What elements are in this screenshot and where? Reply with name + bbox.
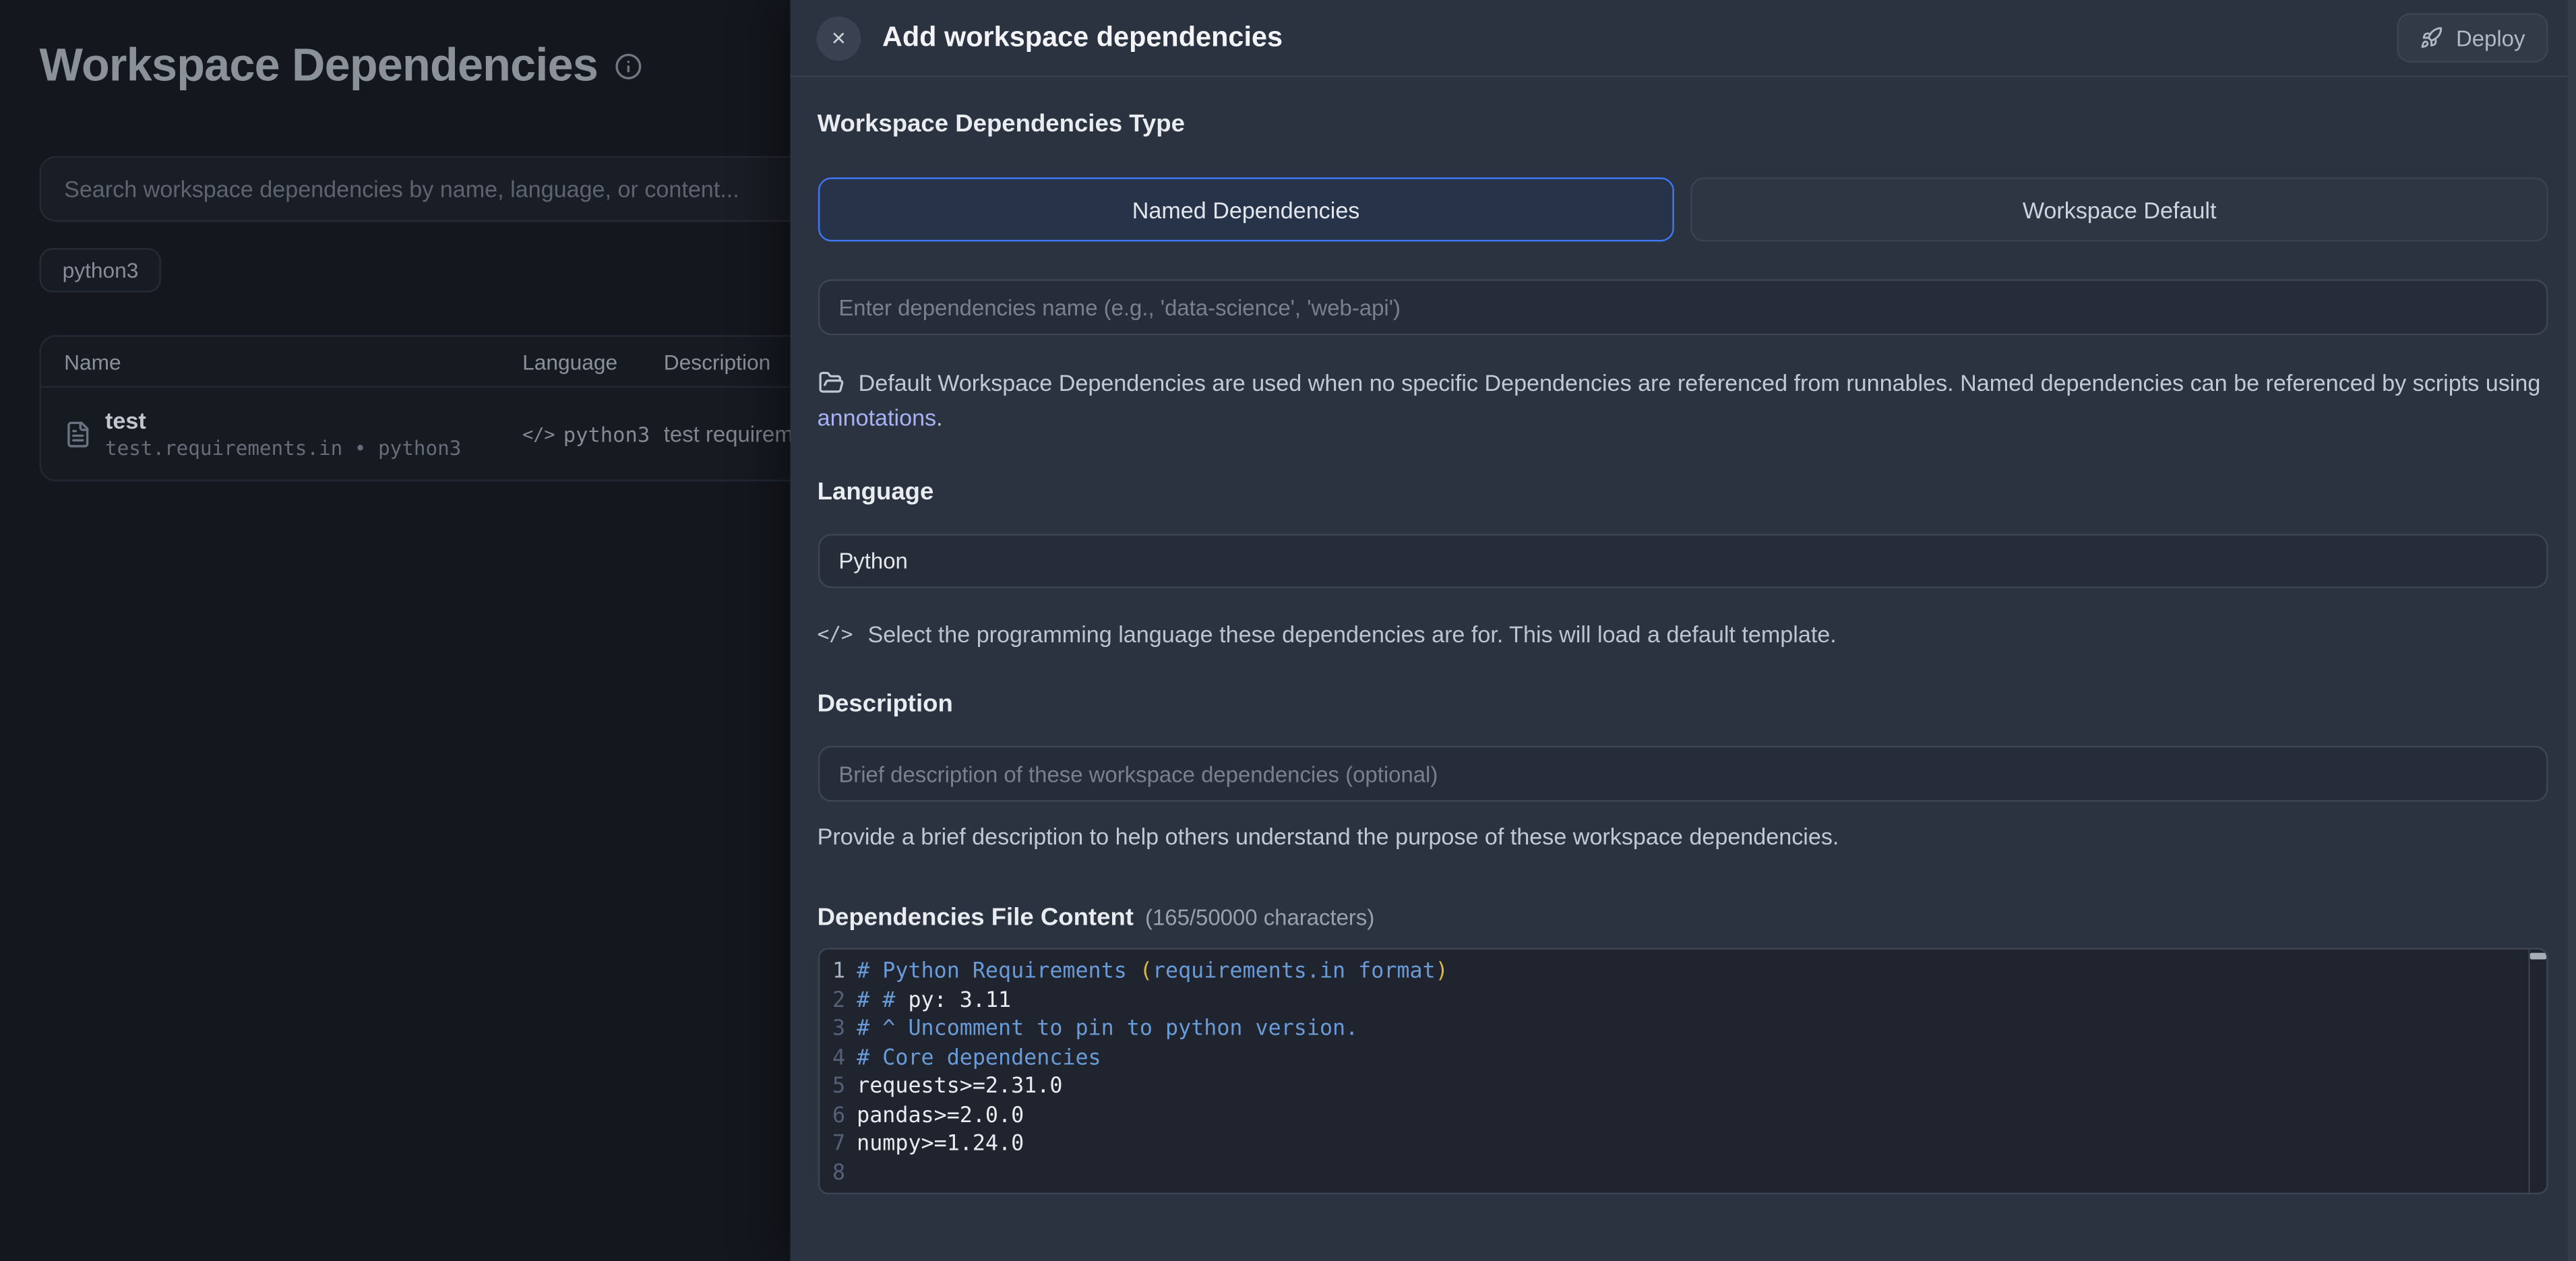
language-select[interactable]: Python: [818, 534, 2548, 588]
screen: Workspace Dependencies python3 Name Lang…: [0, 0, 2576, 1261]
editor-scrollbar[interactable]: [2528, 950, 2546, 1193]
code-icon: </>: [522, 423, 555, 445]
close-button[interactable]: ×: [816, 16, 861, 60]
filter-chip-python3[interactable]: python3: [40, 248, 162, 293]
dependency-meta: test.requirements.in • python3: [105, 435, 461, 461]
type-options: Named Dependencies Workspace Default: [818, 177, 2548, 241]
character-counter: (165/50000 characters): [1145, 905, 1374, 930]
search-input[interactable]: [40, 156, 911, 222]
page-title: Workspace Dependencies: [40, 40, 599, 92]
info-icon: [614, 52, 642, 80]
modal-body: Workspace Dependencies Type Named Depend…: [790, 78, 2567, 1261]
add-workspace-dependencies-modal: × Add workspace dependencies Deploy Work…: [790, 0, 2576, 1261]
editor-scrollbar-thumb[interactable]: [2529, 953, 2546, 960]
folder-open-icon: [818, 369, 844, 396]
modal-scrollbar[interactable]: [2568, 0, 2576, 1261]
code-line: 4# Core dependencies: [819, 1044, 2546, 1073]
code-line: 2# # py: 3.11: [819, 987, 2546, 1016]
type-option-label: Named Dependencies: [1132, 196, 1360, 222]
rocket-icon: [2420, 26, 2443, 49]
code-line: 3# ^ Uncomment to pin to python version.: [819, 1015, 2546, 1044]
type-option-label: Workspace Default: [2023, 196, 2217, 222]
annotations-link[interactable]: annotations: [818, 404, 936, 431]
column-header-name: Name: [41, 349, 522, 374]
column-header-language: Language: [522, 349, 664, 374]
close-icon: ×: [832, 26, 846, 51]
chip-label: python3: [63, 258, 139, 283]
code-line: 1# Python Requirements (requirements.in …: [819, 958, 2546, 987]
info-note-text: Default Workspace Dependencies are used …: [859, 369, 2541, 396]
content-section-label: Dependencies File Content: [818, 904, 1134, 931]
language-helper: </> Select the programming language thes…: [818, 621, 2548, 647]
dependency-language: python3: [563, 421, 650, 446]
code-line: 8: [819, 1159, 2546, 1188]
info-note: Default Workspace Dependencies are used …: [818, 367, 2548, 435]
language-select-value: Python: [838, 549, 907, 574]
description-input[interactable]: [818, 746, 2548, 802]
description-helper: Provide a brief description to help othe…: [818, 823, 2548, 849]
type-option-named-dependencies[interactable]: Named Dependencies: [818, 177, 1675, 241]
modal-header: × Add workspace dependencies Deploy: [790, 0, 2576, 78]
code-icon: </>: [818, 623, 853, 646]
type-option-workspace-default[interactable]: Workspace Default: [1691, 177, 2548, 241]
code-line: 5requests>=2.31.0: [819, 1073, 2546, 1102]
deploy-label: Deploy: [2456, 26, 2525, 51]
info-note-period: .: [936, 404, 942, 431]
language-helper-text: Select the programming language these de…: [867, 621, 1836, 647]
dependency-name: test: [105, 406, 461, 434]
dependencies-file-editor[interactable]: 1# Python Requirements (requirements.in …: [818, 948, 2548, 1194]
file-text-icon: [64, 418, 92, 449]
modal-title: Add workspace dependencies: [882, 22, 2397, 55]
dependencies-name-input[interactable]: [818, 279, 2548, 335]
description-section-label: Description: [818, 690, 2548, 718]
code-line: 7numpy>=1.24.0: [819, 1130, 2546, 1159]
language-section-label: Language: [818, 478, 2548, 505]
code-line: 6pandas>=2.0.0: [819, 1101, 2546, 1130]
deploy-button[interactable]: Deploy: [2397, 13, 2548, 63]
type-section-label: Workspace Dependencies Type: [818, 110, 2548, 137]
code-lines: 1# Python Requirements (requirements.in …: [819, 950, 2546, 1188]
